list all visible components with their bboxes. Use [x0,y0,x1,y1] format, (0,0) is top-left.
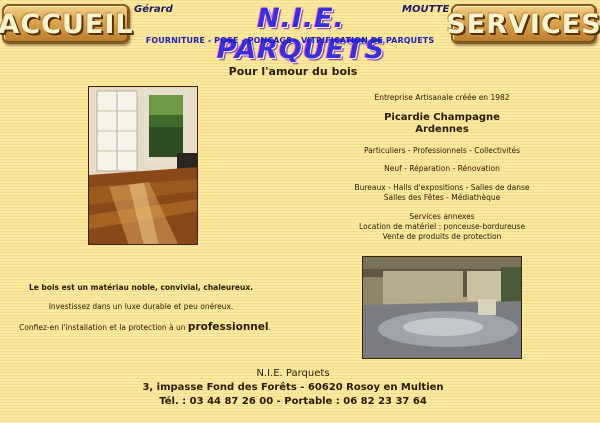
venues-line-2: Salles des Fêtes - Médiathèque [383,193,501,202]
trust-text: Confiez-en l'installation et la protecti… [0,321,290,333]
footer-company: N.I.E. Parquets [256,368,330,379]
footer-address: 3, impasse Fond des Forêts - 60620 Rosoy… [142,382,444,393]
footer-phone: Tél. : 03 44 87 26 00 - Portable : 06 82… [159,396,427,407]
work-types-text: Neuf - Réparation - Rénovation [384,164,500,173]
services-button-label: SERVICES [446,8,600,40]
company-logo: N.I.E. PARQUETS [216,3,386,65]
annex-line-2: Vente de produits de protection [382,232,502,241]
annex-title: Services annexes [409,212,475,221]
accueil-button-label: ACCUEIL [0,8,134,40]
clients-text: Particuliers - Professionnels - Collecti… [364,146,520,155]
services-button[interactable]: SERVICES [446,4,600,44]
trust-text-bold: professionnel [187,321,269,333]
trust-text-end: . [268,323,271,332]
founded-text: Entreprise Artisanale créée en 1982 [374,93,510,102]
invest-text: Investissez dans un luxe durable et peu … [48,302,234,311]
region-line-1: Picardie Champagne [384,112,500,123]
venues-line-1: Bureaux - Halls d'expositions - Salles d… [354,183,530,192]
trust-text-main: Confiez-en l'installation et la protecti… [19,323,186,332]
page-heading: Pour l'amour du bois [228,65,358,78]
first-name: Gérard [134,4,173,15]
accueil-button[interactable]: ACCUEIL [0,4,133,44]
hall-illustration [363,257,521,358]
wood-text: Le bois est un matériau noble, convivial… [28,283,254,292]
tagline: FOURNITURE - POSE - PONCAGE - VITRIFICAT… [145,36,435,45]
annex-line-1: Location de matériel : ponceuse-bordureu… [359,222,525,231]
room-illustration [89,87,197,244]
parquet-room-photo [88,86,198,245]
region-line-2: Ardennes [415,124,469,135]
dance-hall-photo [362,256,522,359]
